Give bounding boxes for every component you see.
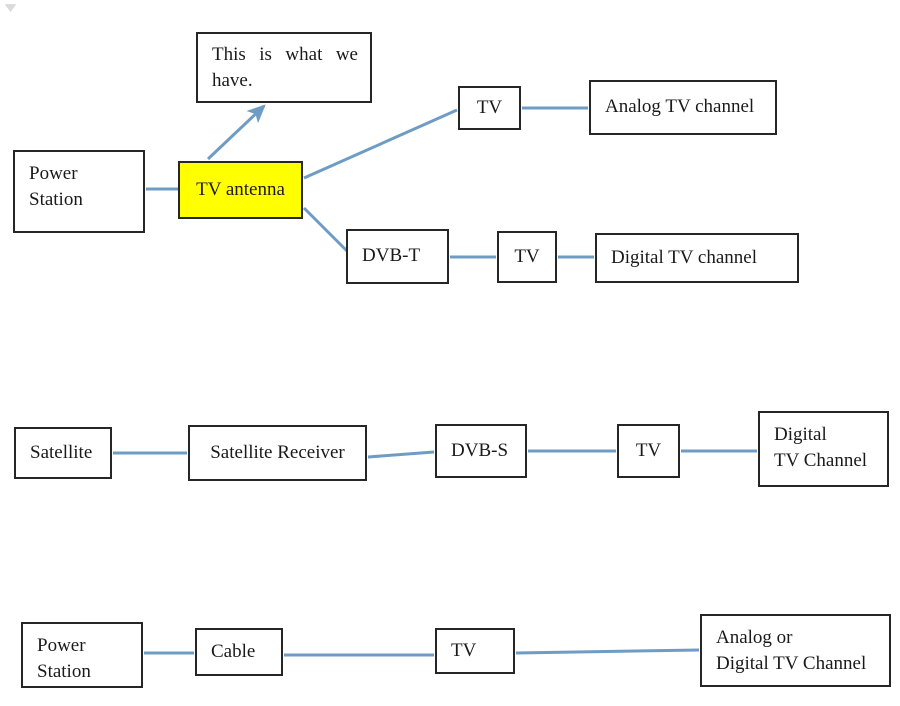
node-label: TV xyxy=(635,439,662,461)
node-tv-cable[interactable]: TV xyxy=(435,628,515,674)
annotation-text: This is what we have. xyxy=(212,44,358,92)
node-label: TV xyxy=(476,96,503,118)
node-label: TV xyxy=(451,639,477,661)
node-label: Satellite Receiver xyxy=(210,441,345,463)
chevron-down-icon xyxy=(5,4,16,12)
node-tv-antenna[interactable]: TV antenna xyxy=(178,161,303,219)
node-tv-digital-terrestrial[interactable]: TV xyxy=(497,231,557,283)
node-label: DVB-S xyxy=(451,439,509,461)
node-label: Satellite xyxy=(30,441,93,463)
node-power-station-2[interactable]: Power Station xyxy=(21,622,143,688)
node-cable[interactable]: Cable xyxy=(195,628,283,676)
node-tv-satellite[interactable]: TV xyxy=(617,424,680,478)
connector-antenna-to-tv-analog xyxy=(303,108,458,180)
node-analog-or-digital-tv-channel[interactable]: Analog or Digital TV Channel xyxy=(700,614,891,687)
node-digital-tv-channel-satellite[interactable]: Digital TV Channel xyxy=(758,411,889,487)
node-digital-tv-channel-terrestrial[interactable]: Digital TV channel xyxy=(595,233,799,283)
node-satellite[interactable]: Satellite xyxy=(14,427,112,479)
node-label: TV xyxy=(514,245,540,267)
node-analog-tv-channel[interactable]: Analog TV channel xyxy=(589,80,777,135)
node-label: Power Station xyxy=(29,163,83,211)
connector-tv-cable-to-channel xyxy=(515,648,700,655)
node-label: Analog or Digital TV Channel xyxy=(716,627,867,675)
diagram-canvas: This is what we have. Power Station TV a… xyxy=(0,0,900,706)
node-label: Power Station xyxy=(37,635,91,683)
node-label: Digital TV channel xyxy=(611,246,757,268)
node-dvb-s[interactable]: DVB-S xyxy=(435,424,527,478)
node-label: TV antenna xyxy=(196,178,285,200)
node-power-station-1[interactable]: Power Station xyxy=(13,150,145,233)
connector-receiver-to-dvbs xyxy=(367,450,435,459)
node-label: DVB-T xyxy=(362,245,421,267)
node-tv-analog[interactable]: TV xyxy=(458,86,521,130)
annotation-box: This is what we have. xyxy=(196,32,372,103)
node-dvb-t[interactable]: DVB-T xyxy=(346,229,449,284)
connector-antenna-to-dvbt xyxy=(302,206,349,253)
connector-antenna-to-annotation xyxy=(206,104,266,161)
node-label: Cable xyxy=(211,640,256,662)
node-satellite-receiver[interactable]: Satellite Receiver xyxy=(188,425,367,481)
node-label: Digital TV Channel xyxy=(774,424,868,472)
node-label: Analog TV channel xyxy=(605,96,755,118)
